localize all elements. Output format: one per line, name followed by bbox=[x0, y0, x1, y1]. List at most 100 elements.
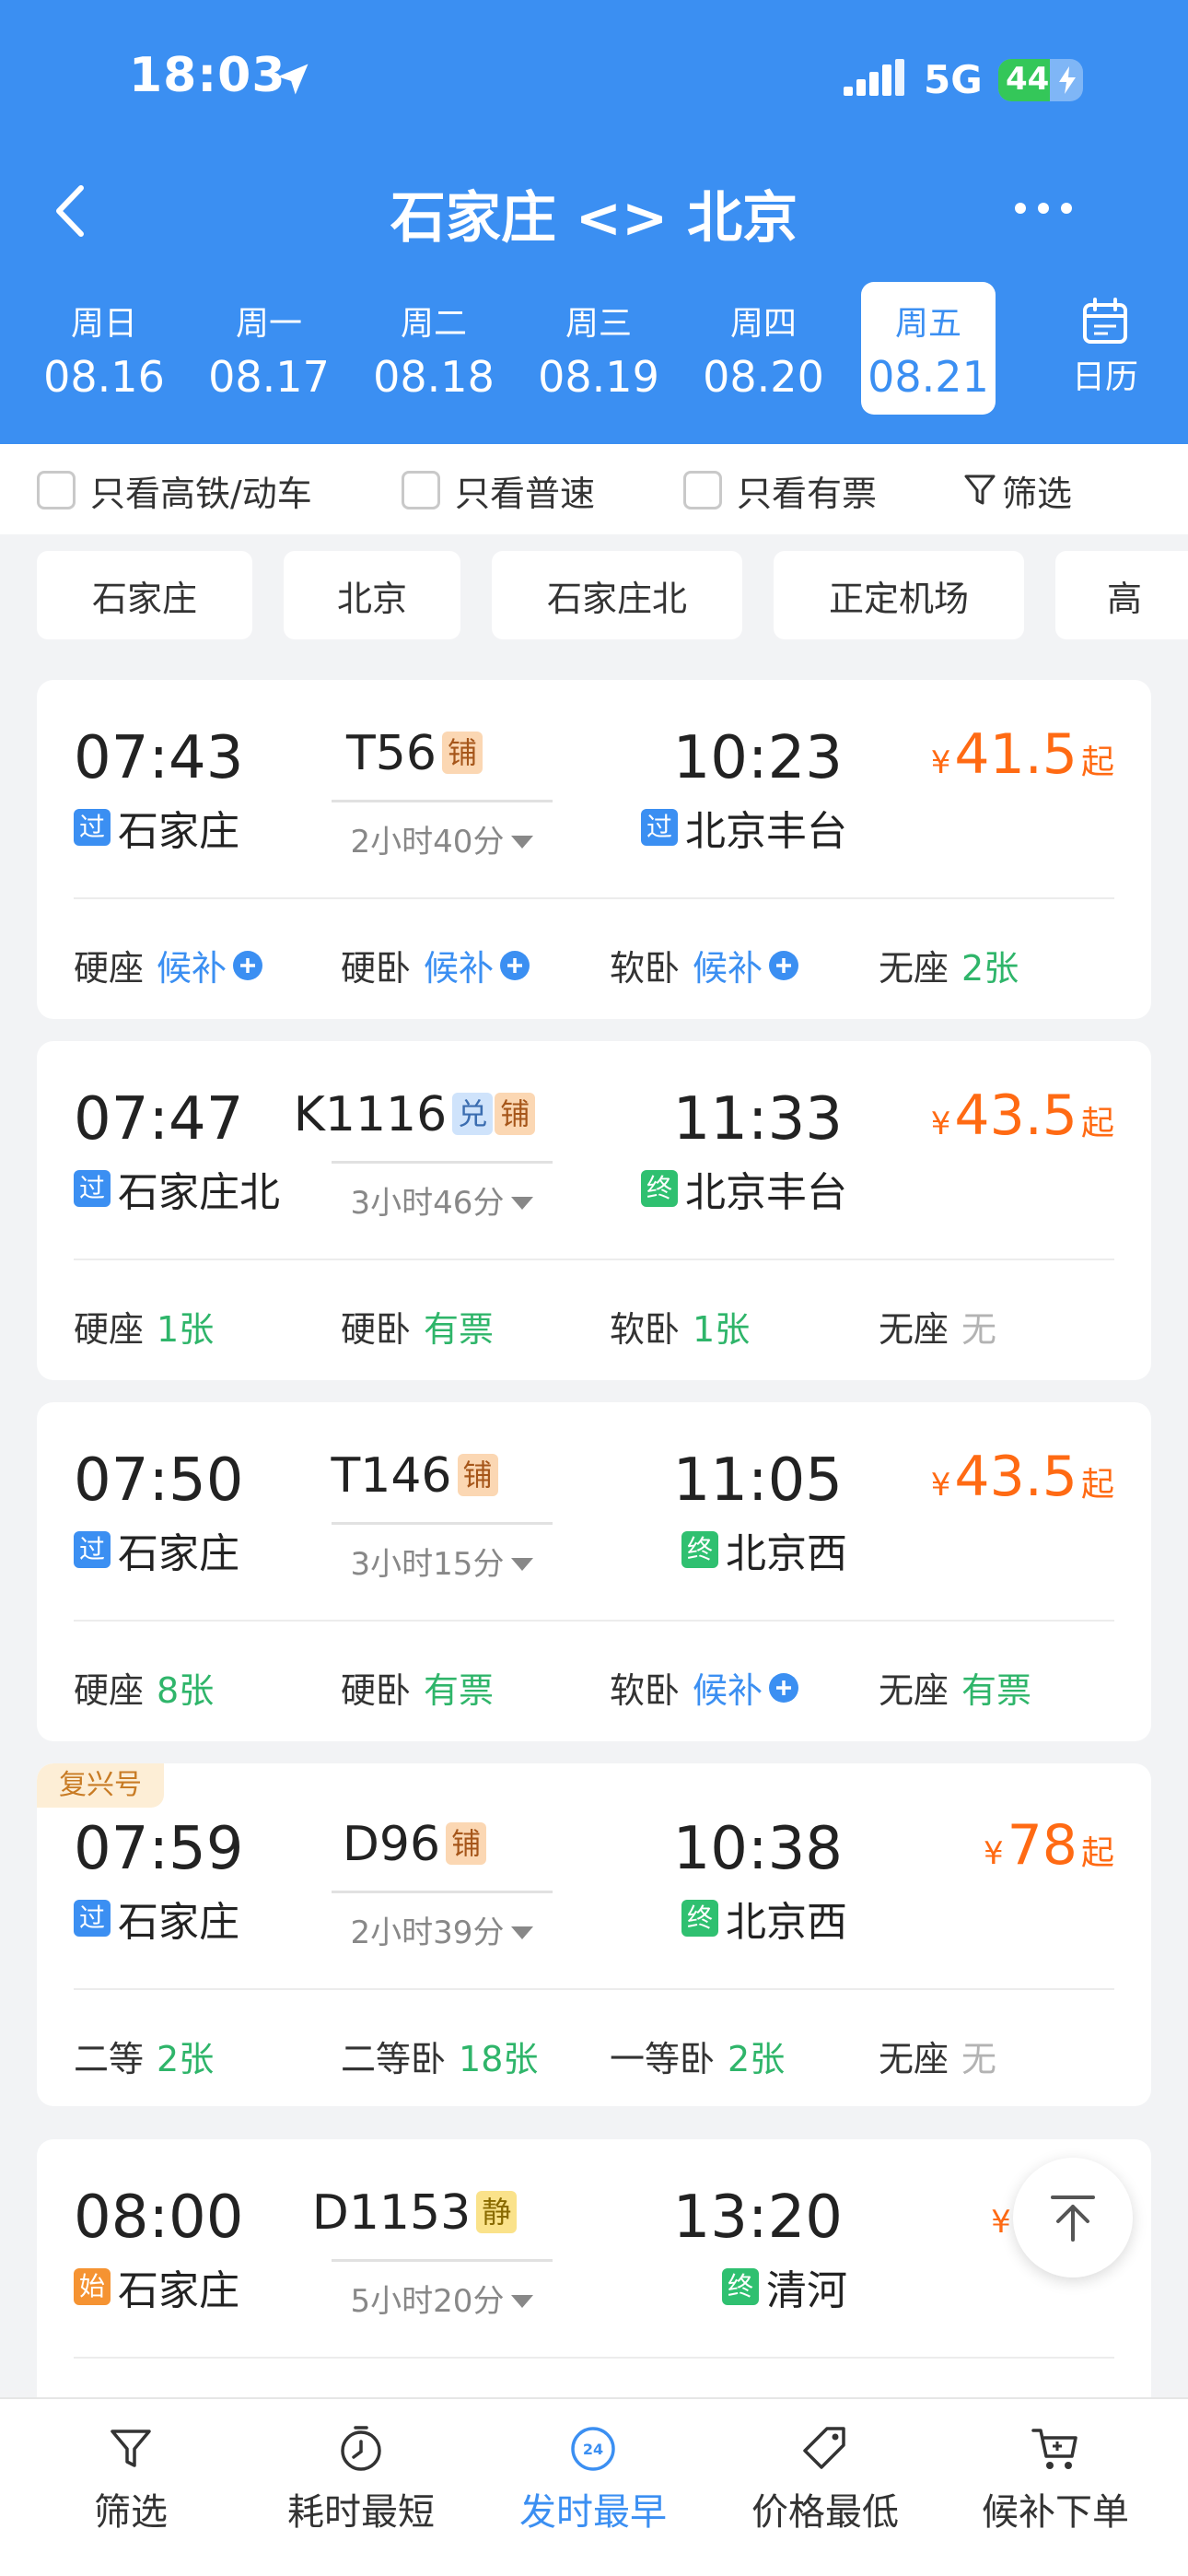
seat-status: 候补 bbox=[424, 948, 495, 989]
seat-hard-sleeper[interactable]: 硬卧 有票 bbox=[341, 1301, 494, 1352]
departure-time: 07:43 bbox=[74, 724, 244, 792]
seat-status: 无 bbox=[961, 1309, 997, 1350]
date-tab-0820[interactable]: 周四 08.20 bbox=[696, 282, 831, 415]
train-card-t56[interactable]: 07:43 T56 铺 2小时40分 10:23 过石家庄 过北京丰台 ¥41.5… bbox=[37, 680, 1151, 1019]
battery-icon: 44 bbox=[998, 59, 1083, 101]
station-name: 北京丰台 bbox=[685, 808, 847, 855]
date-tab-0821-selected[interactable]: 周五 08.21 bbox=[861, 282, 996, 415]
duration-text: 5小时20分 bbox=[350, 2283, 505, 2320]
divider bbox=[74, 897, 1114, 899]
price: ¥78 起 bbox=[792, 1813, 1114, 1878]
seat-hard-seat[interactable]: 硬座 8张 bbox=[74, 1662, 214, 1713]
train-card-k1116[interactable]: 07:47 K1116 兑铺 3小时46分 11:33 过石家庄北 终北京丰台 ¥… bbox=[37, 1041, 1151, 1380]
seat-name: 无座 bbox=[879, 948, 949, 989]
duration[interactable]: 5小时20分 bbox=[313, 2276, 571, 2321]
price-suffix: 起 bbox=[1080, 1834, 1114, 1872]
tab-waitlist-order[interactable]: 候补下单 bbox=[945, 2423, 1166, 2535]
price-suffix: 起 bbox=[1080, 1466, 1114, 1504]
seat-hard-seat[interactable]: 硬座 1张 bbox=[74, 1301, 214, 1352]
station-chip-shijiazhuang[interactable]: 石家庄 bbox=[37, 551, 252, 639]
checkbox-label: 只看有票 bbox=[737, 473, 878, 514]
currency-symbol: ¥ bbox=[930, 744, 951, 781]
seat-name: 一等卧 bbox=[610, 2039, 716, 2079]
date-label: 08.16 bbox=[43, 352, 165, 402]
train-card-t146[interactable]: 07:50 T146 铺 3小时15分 11:05 过石家庄 终北京西 ¥43.5… bbox=[37, 1402, 1151, 1741]
date-tab-0819[interactable]: 周三 08.19 bbox=[531, 282, 666, 415]
tab-label: 候补下单 bbox=[982, 2491, 1129, 2534]
date-selector: 周日 08.16 周一 08.17 周二 08.18 周三 08.19 周四 0… bbox=[0, 276, 1188, 424]
calendar-label: 日历 bbox=[1071, 358, 1138, 396]
duration-text: 2小时40分 bbox=[350, 824, 505, 861]
battery-level: 44 bbox=[1006, 61, 1050, 98]
tab-filter[interactable]: 筛选 bbox=[20, 2423, 241, 2535]
price-value: 43.5 bbox=[954, 1445, 1077, 1509]
pass-badge: 过 bbox=[74, 1900, 111, 1937]
train-card-d1153[interactable]: 08:00 D1153静 5小时20分 13:20 始石家庄 终清河 ¥3 bbox=[37, 2139, 1151, 2397]
station-chips: 石家庄 北京 石家庄北 正定机场 高 bbox=[0, 534, 1188, 656]
duration[interactable]: 3小时46分 bbox=[313, 1177, 571, 1223]
seat-second-class-sleeper[interactable]: 二等卧 18张 bbox=[341, 2031, 538, 2081]
duration-line bbox=[332, 1161, 553, 1164]
seat-hard-sleeper[interactable]: 硬卧 有票 bbox=[341, 1662, 494, 1713]
filter-button[interactable]: 筛选 bbox=[963, 468, 1072, 514]
more-icon[interactable] bbox=[1011, 197, 1076, 219]
seat-no-seat[interactable]: 无座 有票 bbox=[879, 1662, 1031, 1713]
station-name: 北京西 bbox=[726, 1899, 847, 1946]
train-number-text: D1153 bbox=[311, 2185, 472, 2241]
arrow-up-to-top-icon bbox=[1051, 2195, 1095, 2242]
date-tab-0816[interactable]: 周日 08.16 bbox=[37, 282, 171, 415]
seat-status: 2张 bbox=[961, 948, 1019, 989]
seat-name: 软卧 bbox=[610, 948, 681, 989]
seat-soft-sleeper[interactable]: 软卧 1张 bbox=[610, 1301, 750, 1352]
high-speed-only-checkbox[interactable]: 只看高铁/动车 bbox=[37, 468, 312, 514]
seat-status: 有票 bbox=[961, 1670, 1032, 1711]
station-chip-more[interactable]: 高 bbox=[1055, 551, 1188, 639]
seat-no-seat[interactable]: 无座无 bbox=[879, 2031, 996, 2081]
svg-text:24: 24 bbox=[583, 2441, 603, 2458]
seat-hard-seat[interactable]: 硬座 候补 bbox=[74, 940, 263, 990]
tab-label: 筛选 bbox=[94, 2491, 168, 2534]
station-chip-shijiazhuang-north[interactable]: 石家庄北 bbox=[492, 551, 742, 639]
price-suffix: 起 bbox=[1080, 744, 1114, 781]
train-list: 07:43 T56 铺 2小时40分 10:23 过石家庄 过北京丰台 ¥41.5… bbox=[0, 656, 1188, 2397]
seat-soft-sleeper[interactable]: 软卧 候补 bbox=[610, 940, 799, 990]
train-card-d96[interactable]: 复兴号 07:59 D96 铺 2小时39分 10:38 过石家庄 终北京西 ¥7… bbox=[37, 1763, 1151, 2106]
weekday-label: 周五 bbox=[894, 305, 961, 343]
available-only-checkbox[interactable]: 只看有票 bbox=[683, 468, 877, 514]
station-chip-beijing[interactable]: 北京 bbox=[284, 551, 460, 639]
duration-text: 3小时15分 bbox=[350, 1546, 505, 1583]
duration[interactable]: 3小时15分 bbox=[313, 1539, 571, 1584]
normal-speed-only-checkbox[interactable]: 只看普速 bbox=[402, 468, 595, 514]
calendar-button[interactable]: 日历 bbox=[1022, 282, 1188, 415]
charging-bolt-icon bbox=[1059, 66, 1076, 94]
seat-status: 1张 bbox=[157, 1309, 215, 1350]
seat-second-class[interactable]: 二等 2张 bbox=[74, 2031, 214, 2081]
back-to-top-button[interactable] bbox=[1013, 2158, 1133, 2277]
arrival-station: 终北京西 bbox=[589, 1891, 847, 1946]
date-tab-0818[interactable]: 周二 08.18 bbox=[367, 282, 501, 415]
weekday-label: 周日 bbox=[70, 305, 137, 343]
date-label: 08.20 bbox=[703, 352, 824, 402]
train-number: T56 铺 bbox=[285, 726, 543, 781]
seat-no-seat[interactable]: 无座 2张 bbox=[879, 940, 1019, 990]
seat-first-class-sleeper[interactable]: 一等卧 2张 bbox=[610, 2031, 785, 2081]
plus-circle-icon bbox=[769, 950, 799, 980]
seat-soft-sleeper[interactable]: 软卧 候补 bbox=[610, 1662, 799, 1713]
seat-status: 无 bbox=[961, 2039, 997, 2079]
chevron-down-icon bbox=[511, 1926, 534, 1939]
departure-station: 过石家庄北 bbox=[74, 1161, 280, 1216]
seat-hard-sleeper[interactable]: 硬卧 候补 bbox=[341, 940, 530, 990]
date-tab-0817[interactable]: 周一 08.17 bbox=[202, 282, 336, 415]
tab-shortest-duration[interactable]: 耗时最短 bbox=[250, 2423, 472, 2535]
departure-time: 07:59 bbox=[74, 1815, 244, 1883]
weekday-label: 周二 bbox=[400, 305, 467, 343]
duration[interactable]: 2小时39分 bbox=[313, 1907, 571, 1952]
location-arrow-icon bbox=[277, 64, 309, 95]
duration[interactable]: 2小时40分 bbox=[313, 816, 571, 861]
station-name: 石家庄 bbox=[118, 1530, 239, 1577]
departure-time: 07:50 bbox=[74, 1446, 244, 1515]
tab-earliest-departure[interactable]: 24 发时最早 bbox=[483, 2423, 704, 2535]
seat-no-seat[interactable]: 无座无 bbox=[879, 1301, 996, 1352]
station-chip-zhengding-airport[interactable]: 正定机场 bbox=[774, 551, 1024, 639]
tab-lowest-price[interactable]: 价格最低 bbox=[715, 2423, 936, 2535]
